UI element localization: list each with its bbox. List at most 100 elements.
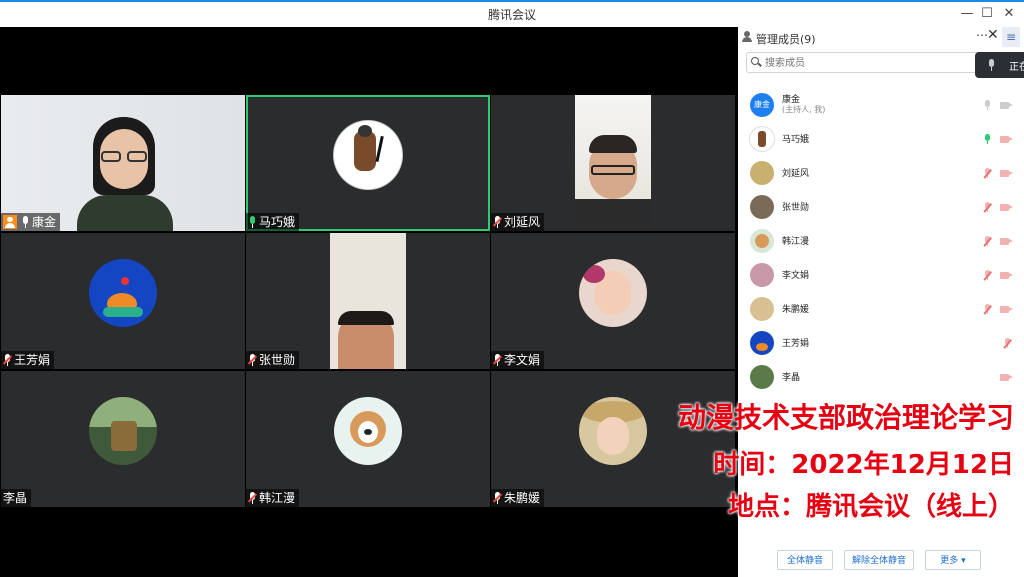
member-name: 刘延风 xyxy=(782,169,810,179)
mic-icon[interactable] xyxy=(984,100,991,111)
member-name: 李文娟 xyxy=(782,271,810,281)
camera-feed xyxy=(1,95,245,231)
camera-off-icon[interactable] xyxy=(1000,374,1013,381)
video-tile-maqiaoe[interactable]: 马巧娥 xyxy=(246,95,490,231)
mute-all-button[interactable]: 全体静音 xyxy=(777,550,833,570)
camera-off-icon[interactable] xyxy=(1000,238,1013,245)
close-panel-icon[interactable]: ✕ xyxy=(987,27,999,43)
video-stage: 康金 马巧娥 刘延风 王芳娟 张世勋 李文娟 李晶 韩江漫 朱鹏媛 xyxy=(0,27,738,577)
mic-muted-icon[interactable] xyxy=(984,270,991,281)
camera-feed xyxy=(330,233,406,369)
member-row[interactable]: 张世勋 xyxy=(738,190,1024,224)
member-row[interactable]: 李文娟 xyxy=(738,258,1024,292)
overlay-time: 时间：2022年12月12日 xyxy=(713,450,1014,480)
nameplate: 张世勋 xyxy=(246,351,300,369)
mic-muted-icon xyxy=(493,216,502,228)
title-bar: 腾讯会议 — ☐ ✕ xyxy=(0,0,1024,27)
member-row[interactable]: 康金 康金 (主持人, 我) xyxy=(738,88,1024,122)
participant-name: 康金 xyxy=(32,215,57,229)
avatar xyxy=(750,365,774,389)
avatar xyxy=(89,259,157,327)
close-window-icon[interactable]: ✕ xyxy=(999,4,1019,24)
video-tile-kangjin[interactable]: 康金 xyxy=(1,95,245,231)
avatar xyxy=(579,397,647,465)
member-row[interactable]: 李晶 xyxy=(738,360,1024,394)
avatar: 康金 xyxy=(750,93,774,117)
avatar xyxy=(750,127,774,151)
camera-off-icon[interactable] xyxy=(1000,170,1013,177)
avatar xyxy=(750,263,774,287)
tooltip-text: 正在 xyxy=(1009,62,1024,73)
search-input[interactable] xyxy=(763,55,977,72)
unmute-all-button[interactable]: 解除全体静音 xyxy=(844,550,914,570)
mic-icon[interactable] xyxy=(984,134,991,145)
nameplate: 刘延风 xyxy=(491,213,545,231)
participant-name: 张世勋 xyxy=(259,353,296,367)
nameplate: 朱鹏媛 xyxy=(491,489,545,507)
window-title: 腾讯会议 xyxy=(487,8,536,22)
avatar xyxy=(750,229,774,253)
camera-off-icon[interactable] xyxy=(1000,136,1013,143)
more-button[interactable]: 更多 ▾ xyxy=(925,550,981,570)
mic-muted-icon[interactable] xyxy=(984,236,991,247)
person-icon xyxy=(742,31,752,42)
overlay-title: 动漫技术支部政治理论学习 xyxy=(677,401,1014,434)
member-name: 王芳娟 xyxy=(782,339,810,349)
avatar xyxy=(750,331,774,355)
member-row[interactable]: 朱鹏媛 xyxy=(738,292,1024,326)
participant-name: 马巧娥 xyxy=(259,215,296,229)
member-name: 韩江漫 xyxy=(782,237,810,247)
mic-muted-icon xyxy=(3,354,12,366)
maximize-icon[interactable]: ☐ xyxy=(977,4,997,24)
panel-header: 管理成员(9) ⋯ ✕ ≡ xyxy=(738,27,1024,47)
mic-muted-icon xyxy=(248,492,257,504)
search-icon xyxy=(751,57,759,65)
member-row[interactable]: 马巧娥 xyxy=(738,122,1024,156)
video-tile-liuyanfeng[interactable]: 刘延风 xyxy=(491,95,735,231)
avatar xyxy=(750,297,774,321)
camera-off-icon[interactable] xyxy=(1000,306,1013,313)
video-tile-lijing[interactable]: 李晶 xyxy=(1,371,245,507)
video-tile-zhupengyuan[interactable]: 朱鹏媛 xyxy=(491,371,735,507)
avatar xyxy=(579,259,647,327)
video-tile-zhangshixun[interactable]: 张世勋 xyxy=(246,233,490,369)
member-role: (主持人, 我) xyxy=(782,105,826,114)
mic-muted-icon[interactable] xyxy=(1004,338,1011,349)
minimize-icon[interactable]: — xyxy=(957,4,977,24)
avatar xyxy=(750,195,774,219)
panel-title: 管理成员(9) xyxy=(756,33,816,46)
mic-icon xyxy=(987,59,996,71)
camera-off-icon[interactable] xyxy=(1000,204,1013,211)
avatar xyxy=(750,161,774,185)
participant-name: 韩江漫 xyxy=(259,491,296,505)
mic-muted-icon[interactable] xyxy=(984,304,991,315)
nameplate: 李文娟 xyxy=(491,351,545,369)
mic-muted-icon[interactable] xyxy=(984,168,991,179)
overlay-location: 地点：腾讯会议（线上） xyxy=(727,492,1014,522)
camera-icon[interactable] xyxy=(1000,102,1013,109)
avatar xyxy=(334,397,402,465)
member-row[interactable]: 刘延风 xyxy=(738,156,1024,190)
search-box[interactable] xyxy=(746,52,982,73)
member-name: 李晶 xyxy=(782,373,801,383)
camera-feed xyxy=(575,95,651,231)
camera-off-icon[interactable] xyxy=(1000,272,1013,279)
mic-muted-icon[interactable] xyxy=(984,202,991,213)
member-row[interactable]: 王芳娟 xyxy=(738,326,1024,360)
avatar xyxy=(334,121,402,189)
video-tile-wangfangjuan[interactable]: 王芳娟 xyxy=(1,233,245,369)
video-tile-hanjiangman[interactable]: 韩江漫 xyxy=(246,371,490,507)
mic-muted-icon xyxy=(493,492,502,504)
video-tile-liwenjuan[interactable]: 李文娟 xyxy=(491,233,735,369)
nameplate: 马巧娥 xyxy=(246,213,300,231)
host-icon xyxy=(3,215,17,229)
member-name: 张世勋 xyxy=(782,203,810,213)
mic-muted-icon xyxy=(493,354,502,366)
menu-icon[interactable]: ≡ xyxy=(1002,27,1020,47)
participant-name: 李文娟 xyxy=(504,353,541,367)
participant-name: 朱鹏媛 xyxy=(504,491,541,505)
participant-name: 李晶 xyxy=(3,491,28,505)
nameplate: 李晶 xyxy=(1,489,32,507)
mic-icon xyxy=(21,216,30,228)
member-row[interactable]: 韩江漫 xyxy=(738,224,1024,258)
